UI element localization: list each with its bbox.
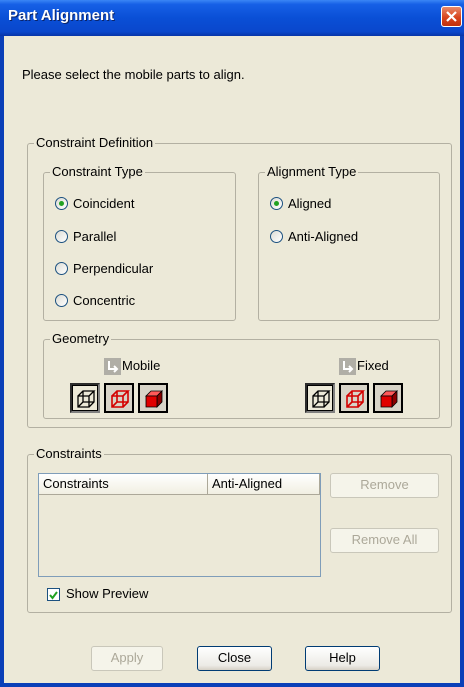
radio-button[interactable] xyxy=(55,293,68,307)
radio-button[interactable] xyxy=(55,229,68,243)
alignment-type-group: Alignment Type Aligned Anti-Aligned xyxy=(258,164,440,321)
edge-cube-icon xyxy=(346,390,365,408)
column-header-constraints[interactable]: Constraints xyxy=(39,474,208,495)
fixed-solid-button[interactable] xyxy=(373,383,403,413)
fixed-edge-button[interactable] xyxy=(339,383,369,413)
remove-all-button-label: Remove All xyxy=(351,532,418,547)
fixed-wireframe-button[interactable] xyxy=(305,383,335,413)
remove-button[interactable]: Remove xyxy=(330,473,439,498)
constraints-table[interactable]: Constraints Anti-Aligned xyxy=(38,473,321,577)
help-button[interactable]: Help xyxy=(305,646,380,671)
title-bar: Part Alignment xyxy=(0,0,464,36)
close-button[interactable]: Close xyxy=(197,646,272,671)
return-arrow-icon xyxy=(104,358,121,375)
show-preview-label: Show Preview xyxy=(66,586,149,601)
radio-label: Aligned xyxy=(288,195,332,211)
radio-coincident[interactable]: Coincident xyxy=(55,194,134,212)
radio-perpendicular[interactable]: Perpendicular xyxy=(55,259,153,277)
alignment-type-legend: Alignment Type xyxy=(265,164,359,180)
instruction-text: Please select the mobile parts to align. xyxy=(22,67,245,82)
radio-label: Parallel xyxy=(73,228,117,244)
radio-anti-aligned[interactable]: Anti-Aligned xyxy=(270,227,358,245)
radio-aligned[interactable]: Aligned xyxy=(270,194,331,212)
mobile-wireframe-button[interactable] xyxy=(70,383,100,413)
radio-button-selected[interactable] xyxy=(55,196,68,210)
show-preview-checkbox[interactable] xyxy=(47,588,60,601)
constraints-legend: Constraints xyxy=(34,446,104,462)
radio-button[interactable] xyxy=(270,229,283,243)
radio-parallel[interactable]: Parallel xyxy=(55,227,116,245)
constraint-type-group: Constraint Type Coincident Parallel Perp… xyxy=(43,164,236,321)
geometry-legend: Geometry xyxy=(50,331,112,347)
mobile-edge-button[interactable] xyxy=(104,383,134,413)
constraints-group: Constraints Constraints Anti-Aligned Rem… xyxy=(27,446,452,613)
close-icon xyxy=(446,11,457,22)
constraint-definition-legend: Constraint Definition xyxy=(34,135,156,151)
help-button-label: Help xyxy=(329,650,356,665)
column-header-anti-aligned[interactable]: Anti-Aligned xyxy=(208,474,320,495)
close-window-button[interactable] xyxy=(441,6,462,27)
apply-button-label: Apply xyxy=(110,650,144,665)
remove-all-button[interactable]: Remove All xyxy=(330,528,439,553)
close-button-label: Close xyxy=(217,650,252,665)
radio-label: Coincident xyxy=(73,195,135,211)
radio-button-selected[interactable] xyxy=(270,196,283,210)
apply-button[interactable]: Apply xyxy=(91,646,163,671)
constraint-definition-group: Constraint Definition Constraint Type Co… xyxy=(27,135,452,428)
edge-cube-icon xyxy=(111,390,130,408)
part-alignment-dialog: Part Alignment Please select the mobile … xyxy=(0,0,464,687)
solid-cube-icon xyxy=(380,390,398,408)
wireframe-cube-icon xyxy=(312,390,331,408)
mobile-label: Mobile xyxy=(122,358,161,373)
radio-label: Anti-Aligned xyxy=(288,228,359,244)
fixed-label: Fixed xyxy=(357,358,389,373)
radio-label: Concentric xyxy=(73,292,136,308)
geometry-group: Geometry Mobile Fixed xyxy=(43,331,440,419)
return-arrow-icon xyxy=(339,358,356,375)
radio-button[interactable] xyxy=(55,261,68,275)
window-title: Part Alignment xyxy=(8,7,115,24)
checkmark-icon xyxy=(49,591,58,600)
solid-cube-icon xyxy=(145,390,163,408)
constraint-type-legend: Constraint Type xyxy=(50,164,145,180)
radio-label: Perpendicular xyxy=(73,260,154,276)
wireframe-cube-icon xyxy=(77,390,96,408)
radio-concentric[interactable]: Concentric xyxy=(55,291,135,309)
mobile-solid-button[interactable] xyxy=(138,383,168,413)
remove-button-label: Remove xyxy=(360,477,409,492)
